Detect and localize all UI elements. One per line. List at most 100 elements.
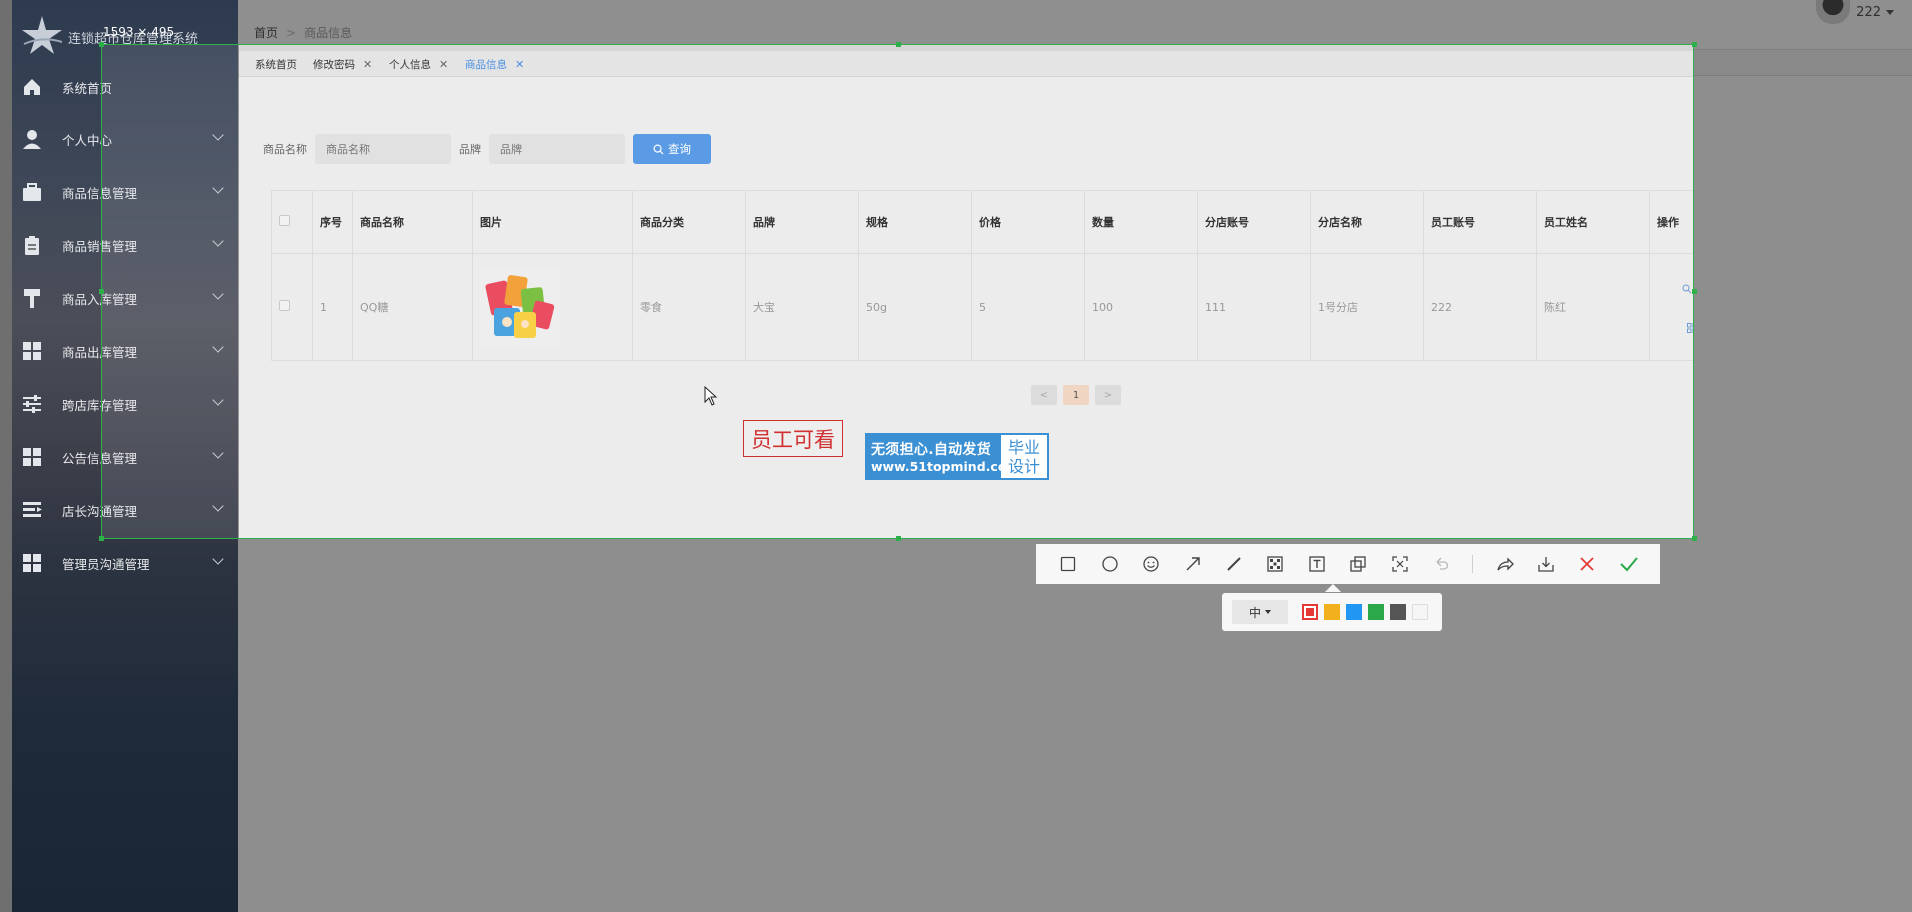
row-checkbox[interactable] — [279, 300, 290, 311]
table-header-row: 序号 商品名称 图片 商品分类 品牌 规格 价格 数量 分店账号 分店名称 员工… — [271, 190, 1693, 254]
color-swatches — [1296, 604, 1428, 620]
home-icon — [20, 75, 44, 99]
query-button[interactable]: 查询 — [633, 134, 711, 164]
chevron-down-icon — [1265, 610, 1271, 614]
badge-right-2: 设计 — [1007, 456, 1040, 476]
close-icon[interactable]: ✕ — [515, 58, 524, 71]
badge-line-1: 无须担心.自动发货 — [871, 442, 992, 458]
breadcrumb-current: 商品信息 — [304, 26, 353, 40]
tab-label: 系统首页 — [255, 59, 297, 71]
stock-in-button[interactable]: 入库 — [1687, 320, 1693, 336]
color-swatch[interactable] — [1302, 604, 1318, 620]
share-icon[interactable] — [1494, 553, 1514, 575]
col-header: 分店账号 — [1197, 190, 1311, 254]
selection-size-label: 1593 × 495 — [103, 25, 175, 39]
cancel-icon[interactable] — [1577, 553, 1597, 575]
text-tool-icon[interactable] — [1307, 553, 1327, 575]
search-icon — [653, 144, 664, 155]
cell-category: 零食 — [632, 253, 746, 361]
sidebar-item[interactable]: 管理员沟通管理 — [12, 543, 238, 583]
cell-index: 1 — [312, 253, 353, 361]
tab[interactable]: 个人信息 ✕ — [389, 57, 448, 72]
tab-label: 个人信息 — [389, 59, 431, 71]
resize-handle[interactable] — [99, 289, 104, 294]
left-edge-strip — [0, 0, 12, 912]
avatar[interactable] — [1816, 0, 1851, 24]
toolbar-divider — [1472, 555, 1474, 573]
sliders-icon — [20, 392, 44, 416]
sidebar-item-label: 管理员沟通管理 — [62, 556, 150, 572]
rectangle-tool-icon[interactable] — [1058, 553, 1078, 575]
undo-icon[interactable] — [1431, 553, 1451, 575]
tab-label: 修改密码 — [313, 59, 355, 71]
col-header: 商品分类 — [632, 190, 746, 254]
ellipse-tool-icon[interactable] — [1099, 553, 1119, 575]
tab[interactable]: 修改密码 ✕ — [313, 57, 372, 72]
confirm-icon[interactable] — [1619, 553, 1639, 575]
grid-icon — [20, 551, 44, 575]
watermark-stamp: 员工可看 — [743, 420, 843, 457]
col-header: 员工账号 — [1423, 190, 1537, 254]
col-header: 操作 — [1649, 190, 1693, 254]
screenshot-toolbar — [1036, 544, 1660, 584]
col-header: 商品名称 — [352, 190, 473, 254]
resize-handle[interactable] — [1692, 42, 1697, 47]
search-form: 商品名称 品牌 查询 — [263, 134, 711, 164]
next-page-button[interactable]: > — [1095, 385, 1121, 405]
cell-branch-account: 111 — [1197, 253, 1311, 361]
close-icon[interactable]: ✕ — [363, 58, 372, 71]
pin-tool-icon[interactable] — [1348, 553, 1368, 575]
mouse-cursor-icon — [704, 386, 718, 406]
color-swatch[interactable] — [1368, 604, 1384, 620]
color-swatch[interactable] — [1346, 604, 1362, 620]
breadcrumb-separator: > — [286, 26, 297, 40]
cell-staff-account: 222 — [1423, 253, 1537, 361]
close-icon[interactable]: ✕ — [439, 58, 448, 71]
brand-search-input[interactable] — [489, 134, 625, 164]
resize-handle[interactable] — [99, 42, 104, 47]
emoji-tool-icon[interactable] — [1141, 553, 1161, 575]
col-header: 品牌 — [745, 190, 859, 254]
cell-spec: 50g — [858, 253, 972, 361]
cell-quantity: 100 — [1084, 253, 1198, 361]
user-name: 222 — [1856, 4, 1881, 20]
badge-right-1: 毕业 — [1007, 437, 1040, 457]
tab[interactable]: 系统首页 — [255, 57, 297, 72]
resize-handle[interactable] — [1692, 289, 1697, 294]
app-logo-icon — [22, 16, 63, 54]
prev-page-button[interactable]: < — [1031, 385, 1057, 405]
color-palette: 中 — [1222, 593, 1442, 631]
resize-handle[interactable] — [896, 536, 901, 541]
promo-badge: 无须担心.自动发货 www.51topmind.com 毕业 设计 — [865, 433, 1049, 480]
select-all-checkbox[interactable] — [279, 215, 290, 226]
chevron-down-icon — [1886, 9, 1894, 15]
product-image[interactable] — [480, 268, 560, 346]
resize-handle[interactable] — [896, 42, 901, 47]
resize-handle[interactable] — [99, 536, 104, 541]
name-search-input[interactable] — [315, 134, 451, 164]
color-swatch[interactable] — [1412, 604, 1428, 620]
product-table: 序号 商品名称 图片 商品分类 品牌 规格 价格 数量 分店账号 分店名称 员工… — [271, 190, 1693, 361]
grid-icon — [20, 445, 44, 469]
color-swatch[interactable] — [1324, 604, 1340, 620]
name-label: 商品名称 — [263, 143, 307, 156]
resize-handle[interactable] — [1692, 536, 1697, 541]
color-swatch[interactable] — [1390, 604, 1406, 620]
tab-label: 商品信息 — [465, 59, 507, 71]
page-number-button[interactable]: 1 — [1063, 385, 1089, 405]
mosaic-tool-icon[interactable] — [1265, 553, 1285, 575]
user-menu[interactable]: 222 — [1816, 0, 1894, 24]
col-header: 序号 — [312, 190, 353, 254]
ocr-tool-icon[interactable] — [1390, 553, 1410, 575]
screenshot-selection[interactable]: 系统首页 修改密码 ✕ 个人信息 ✕ 商品信息 ✕ 商品名称 品牌 查询 序号 商品名称 图… — [101, 44, 1694, 539]
breadcrumb-home[interactable]: 首页 — [254, 26, 278, 40]
briefcase-icon — [20, 180, 44, 204]
download-icon[interactable] — [1536, 553, 1556, 575]
chevron-down-icon — [212, 553, 224, 565]
col-header: 图片 — [472, 190, 633, 254]
tab[interactable]: 商品信息 ✕ — [465, 57, 524, 72]
cell-actions: 详情 销售 入库 出库 — [1649, 253, 1693, 361]
stroke-size-select[interactable]: 中 — [1232, 600, 1288, 624]
arrow-tool-icon[interactable] — [1182, 553, 1202, 575]
pen-tool-icon[interactable] — [1224, 553, 1244, 575]
